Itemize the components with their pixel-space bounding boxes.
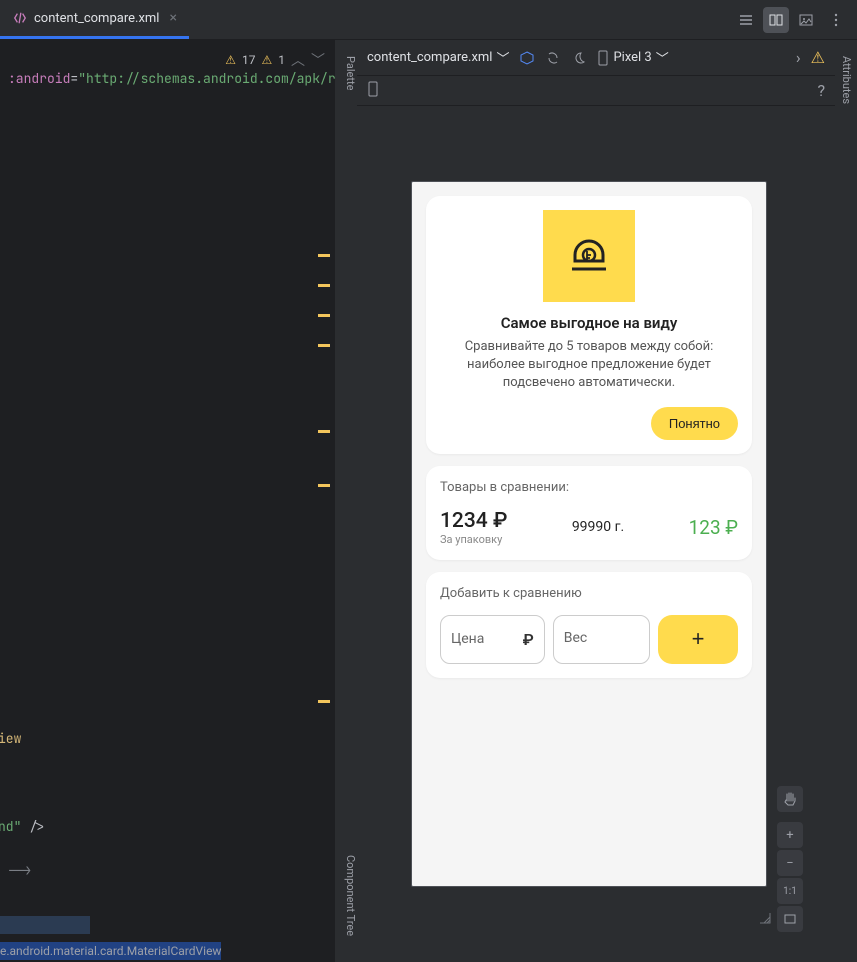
zoom-controls: + − 1:1 (777, 786, 803, 932)
code-line[interactable]: :android="http://schemas.android.com/apk… (0, 70, 335, 88)
tab-view-controls (733, 7, 857, 33)
tab-bar: content_compare.xml × (0, 0, 857, 40)
warning-icon[interactable]: ⚠ (811, 48, 825, 67)
fold-marker[interactable] (318, 700, 330, 703)
compare-label: Товары в сравнении: (440, 480, 738, 495)
chevron-right-icon[interactable]: › (796, 48, 801, 67)
design-mode-icons (519, 50, 587, 66)
add-label: Добавить к сравнению (440, 586, 738, 601)
code-line[interactable]: nd" /> (0, 818, 53, 836)
device-selector[interactable]: Pixel 3 ﹀ (597, 48, 668, 67)
ok-button[interactable]: Понятно (651, 407, 738, 440)
preview-subtoolbar: ? (357, 76, 835, 106)
help-icon[interactable]: ? (817, 81, 825, 100)
zoom-out-button[interactable]: − (777, 850, 803, 876)
device-frame: Самое выгодное на виду Сравнивайте до 5 … (411, 181, 767, 887)
fold-marker[interactable] (318, 254, 330, 257)
price-value: 1234 ₽ (440, 509, 507, 533)
code-line[interactable]: --> (0, 862, 39, 880)
inspection-widget[interactable]: ⚠ 17 ⚠ 1 ︿ ﹀ (225, 50, 325, 70)
warning-icon: ⚠ (261, 53, 272, 67)
chevron-down-icon: ﹀ (496, 48, 509, 67)
compare-card: Товары в сравнении: 1234 ₽ За упаковку 9… (426, 466, 752, 560)
attributes-panel-label[interactable]: Attributes (838, 50, 855, 110)
device-icon[interactable] (367, 81, 379, 101)
warning-minor-count: 1 (278, 53, 285, 67)
fold-marker[interactable] (318, 344, 330, 347)
xml-file-icon (12, 10, 28, 26)
price-column: 1234 ₽ За упаковку (440, 509, 507, 546)
status-breadcrumb[interactable]: e.android.material.card.MaterialCardView (0, 940, 221, 962)
compare-row: 1234 ₽ За упаковку 99990 г. 123 ₽ (440, 509, 738, 546)
weight-input[interactable]: Вес (553, 615, 650, 664)
weight-value: 99990 г. (572, 519, 624, 535)
preview-panel: content_compare.xml ﹀ Pixel 3 ﹀ › ⚠ ? (357, 40, 835, 962)
input-row: Цена ₽ Вес + (440, 615, 738, 664)
split-view-icon[interactable] (763, 7, 789, 33)
zoom-fit-button[interactable] (777, 906, 803, 932)
editor-tab[interactable]: content_compare.xml × (0, 0, 189, 39)
fold-marker[interactable] (318, 284, 330, 287)
pan-button[interactable] (777, 786, 803, 812)
chevron-down-icon[interactable]: ﹀ (311, 50, 325, 70)
preview-toolbar: content_compare.xml ﹀ Pixel 3 ﹀ › ⚠ (357, 40, 835, 76)
warning-icon: ⚠ (225, 53, 236, 67)
code-editor[interactable]: ⚠ 17 ⚠ 1 ︿ ﹀ :android="http://schemas.an… (0, 40, 335, 962)
intro-title: Самое выгодное на виду (440, 314, 738, 332)
fold-marker[interactable] (318, 314, 330, 317)
code-view-icon[interactable] (733, 7, 759, 33)
intro-description: Сравнивайте до 5 товаров между собой: на… (440, 338, 738, 393)
price-sublabel: За упаковку (440, 533, 507, 546)
design-surface-icon[interactable] (519, 50, 535, 66)
ruble-icon: ₽ (523, 630, 534, 649)
orientation-icon[interactable] (545, 50, 561, 66)
zoom-in-button[interactable]: + (777, 822, 803, 848)
add-button[interactable]: + (658, 615, 738, 664)
content-area: ⚠ 17 ⚠ 1 ︿ ﹀ :android="http://schemas.an… (0, 40, 857, 962)
close-icon[interactable]: × (169, 10, 176, 26)
night-mode-icon[interactable] (571, 50, 587, 66)
chevron-down-icon: ﹀ (656, 48, 669, 67)
resize-handle[interactable] (759, 909, 771, 928)
app-layout: Самое выгодное на виду Сравнивайте до 5 … (412, 182, 766, 692)
more-icon[interactable] (823, 7, 849, 33)
intro-image (543, 210, 635, 302)
zoom-ratio-button[interactable]: 1:1 (777, 878, 803, 904)
price-input[interactable]: Цена ₽ (440, 615, 545, 664)
warning-major-count: 17 (242, 53, 256, 67)
fold-marker[interactable] (318, 484, 330, 487)
code-selection (0, 916, 90, 934)
fold-marker[interactable] (318, 430, 330, 433)
device-canvas[interactable]: Самое выгодное на виду Сравнивайте до 5 … (357, 106, 835, 962)
layout-selector[interactable]: content_compare.xml ﹀ (367, 48, 509, 67)
design-view-icon[interactable] (793, 7, 819, 33)
code-line[interactable]: iew (0, 730, 29, 748)
intro-card: Самое выгодное на виду Сравнивайте до 5 … (426, 196, 752, 454)
best-price: 123 ₽ (689, 516, 738, 539)
chevron-up-icon[interactable]: ︿ (291, 50, 305, 70)
add-card: Добавить к сравнению Цена ₽ Вес + (426, 572, 752, 678)
tab-filename: content_compare.xml (34, 11, 159, 26)
